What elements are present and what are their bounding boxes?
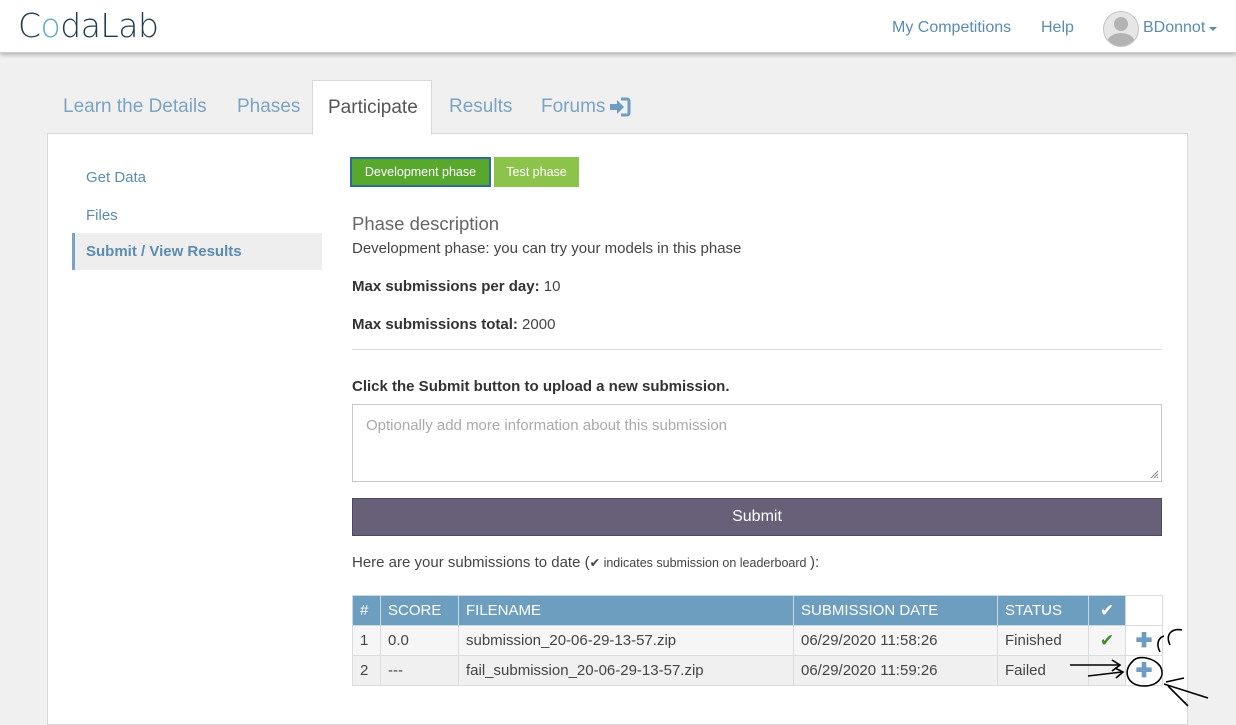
- caret-down-icon[interactable]: [1209, 27, 1217, 31]
- sidebar-item-get-data[interactable]: Get Data: [86, 169, 146, 186]
- cell-filename: submission_20-06-29-13-57.zip: [458, 625, 794, 656]
- divider: [352, 349, 1162, 350]
- nav-help[interactable]: Help: [1041, 19, 1074, 37]
- max-submissions-per-day: Max submissions per day: 10: [352, 278, 561, 295]
- tab-results[interactable]: Results: [449, 96, 512, 118]
- column-header-filename: FILENAME: [458, 595, 794, 626]
- user-menu-toggle[interactable]: BDonnot: [1143, 19, 1205, 37]
- resize-grip-icon[interactable]: [1150, 470, 1159, 479]
- cell-score: 0.0: [380, 625, 459, 656]
- column-header-score: SCORE: [380, 595, 459, 626]
- cell-number: 2: [352, 655, 381, 686]
- sign-in-icon: [610, 97, 631, 117]
- submissions-table: # SCORE FILENAME SUBMISSION DATE STATUS …: [352, 595, 1163, 686]
- sidebar-item-submit-view-results[interactable]: Submit / View Results: [72, 233, 322, 270]
- cell-filename: fail_submission_20-06-29-13-57.zip: [458, 655, 794, 686]
- submission-description-input[interactable]: Optionally add more information about th…: [352, 404, 1162, 482]
- phase-description-title: Phase description: [352, 213, 500, 234]
- avatar[interactable]: [1103, 11, 1139, 47]
- checkmark-icon: ✔: [1099, 600, 1115, 620]
- column-header-submission-date: SUBMISSION DATE: [793, 595, 998, 626]
- cell-number: 1: [352, 625, 381, 656]
- nav-my-competitions[interactable]: My Competitions: [892, 19, 1011, 37]
- cell-date: 06/29/2020 11:59:26: [793, 655, 998, 686]
- submissions-intro: Here are your submissions to date (✔ ind…: [352, 554, 820, 571]
- column-header-number: #: [352, 595, 381, 626]
- submit-button[interactable]: Submit: [352, 498, 1162, 536]
- table-row[interactable]: 1 0.0 submission_20-06-29-13-57.zip 06/2…: [352, 625, 1163, 656]
- top-navbar: CodaLab My Competitions Help BDonnot: [0, 0, 1236, 53]
- cell-date: 06/29/2020 11:58:26: [793, 625, 998, 656]
- phase-description-text: Development phase: you can try your mode…: [352, 240, 742, 257]
- tab-forums[interactable]: Forums: [541, 96, 631, 118]
- development-phase-button[interactable]: Development phase: [350, 157, 491, 187]
- upload-instruction: Click the Submit button to upload a new …: [352, 378, 730, 395]
- annotation-scribble: [1070, 628, 1209, 707]
- tab-learn-the-details[interactable]: Learn the Details: [63, 96, 207, 118]
- checkmark-icon: ✔: [589, 556, 601, 570]
- codalab-logo[interactable]: CodaLab: [18, 6, 159, 45]
- table-row[interactable]: 2 --- fail_submission_20-06-29-13-57.zip…: [352, 655, 1163, 686]
- sidebar-item-files[interactable]: Files: [86, 207, 118, 224]
- cell-score: ---: [380, 655, 459, 686]
- submission-description-placeholder: Optionally add more information about th…: [366, 417, 728, 434]
- tab-phases[interactable]: Phases: [237, 96, 300, 118]
- tab-participate[interactable]: Participate: [312, 80, 432, 135]
- test-phase-button[interactable]: Test phase: [494, 157, 579, 187]
- max-submissions-total: Max submissions total: 2000: [352, 316, 556, 333]
